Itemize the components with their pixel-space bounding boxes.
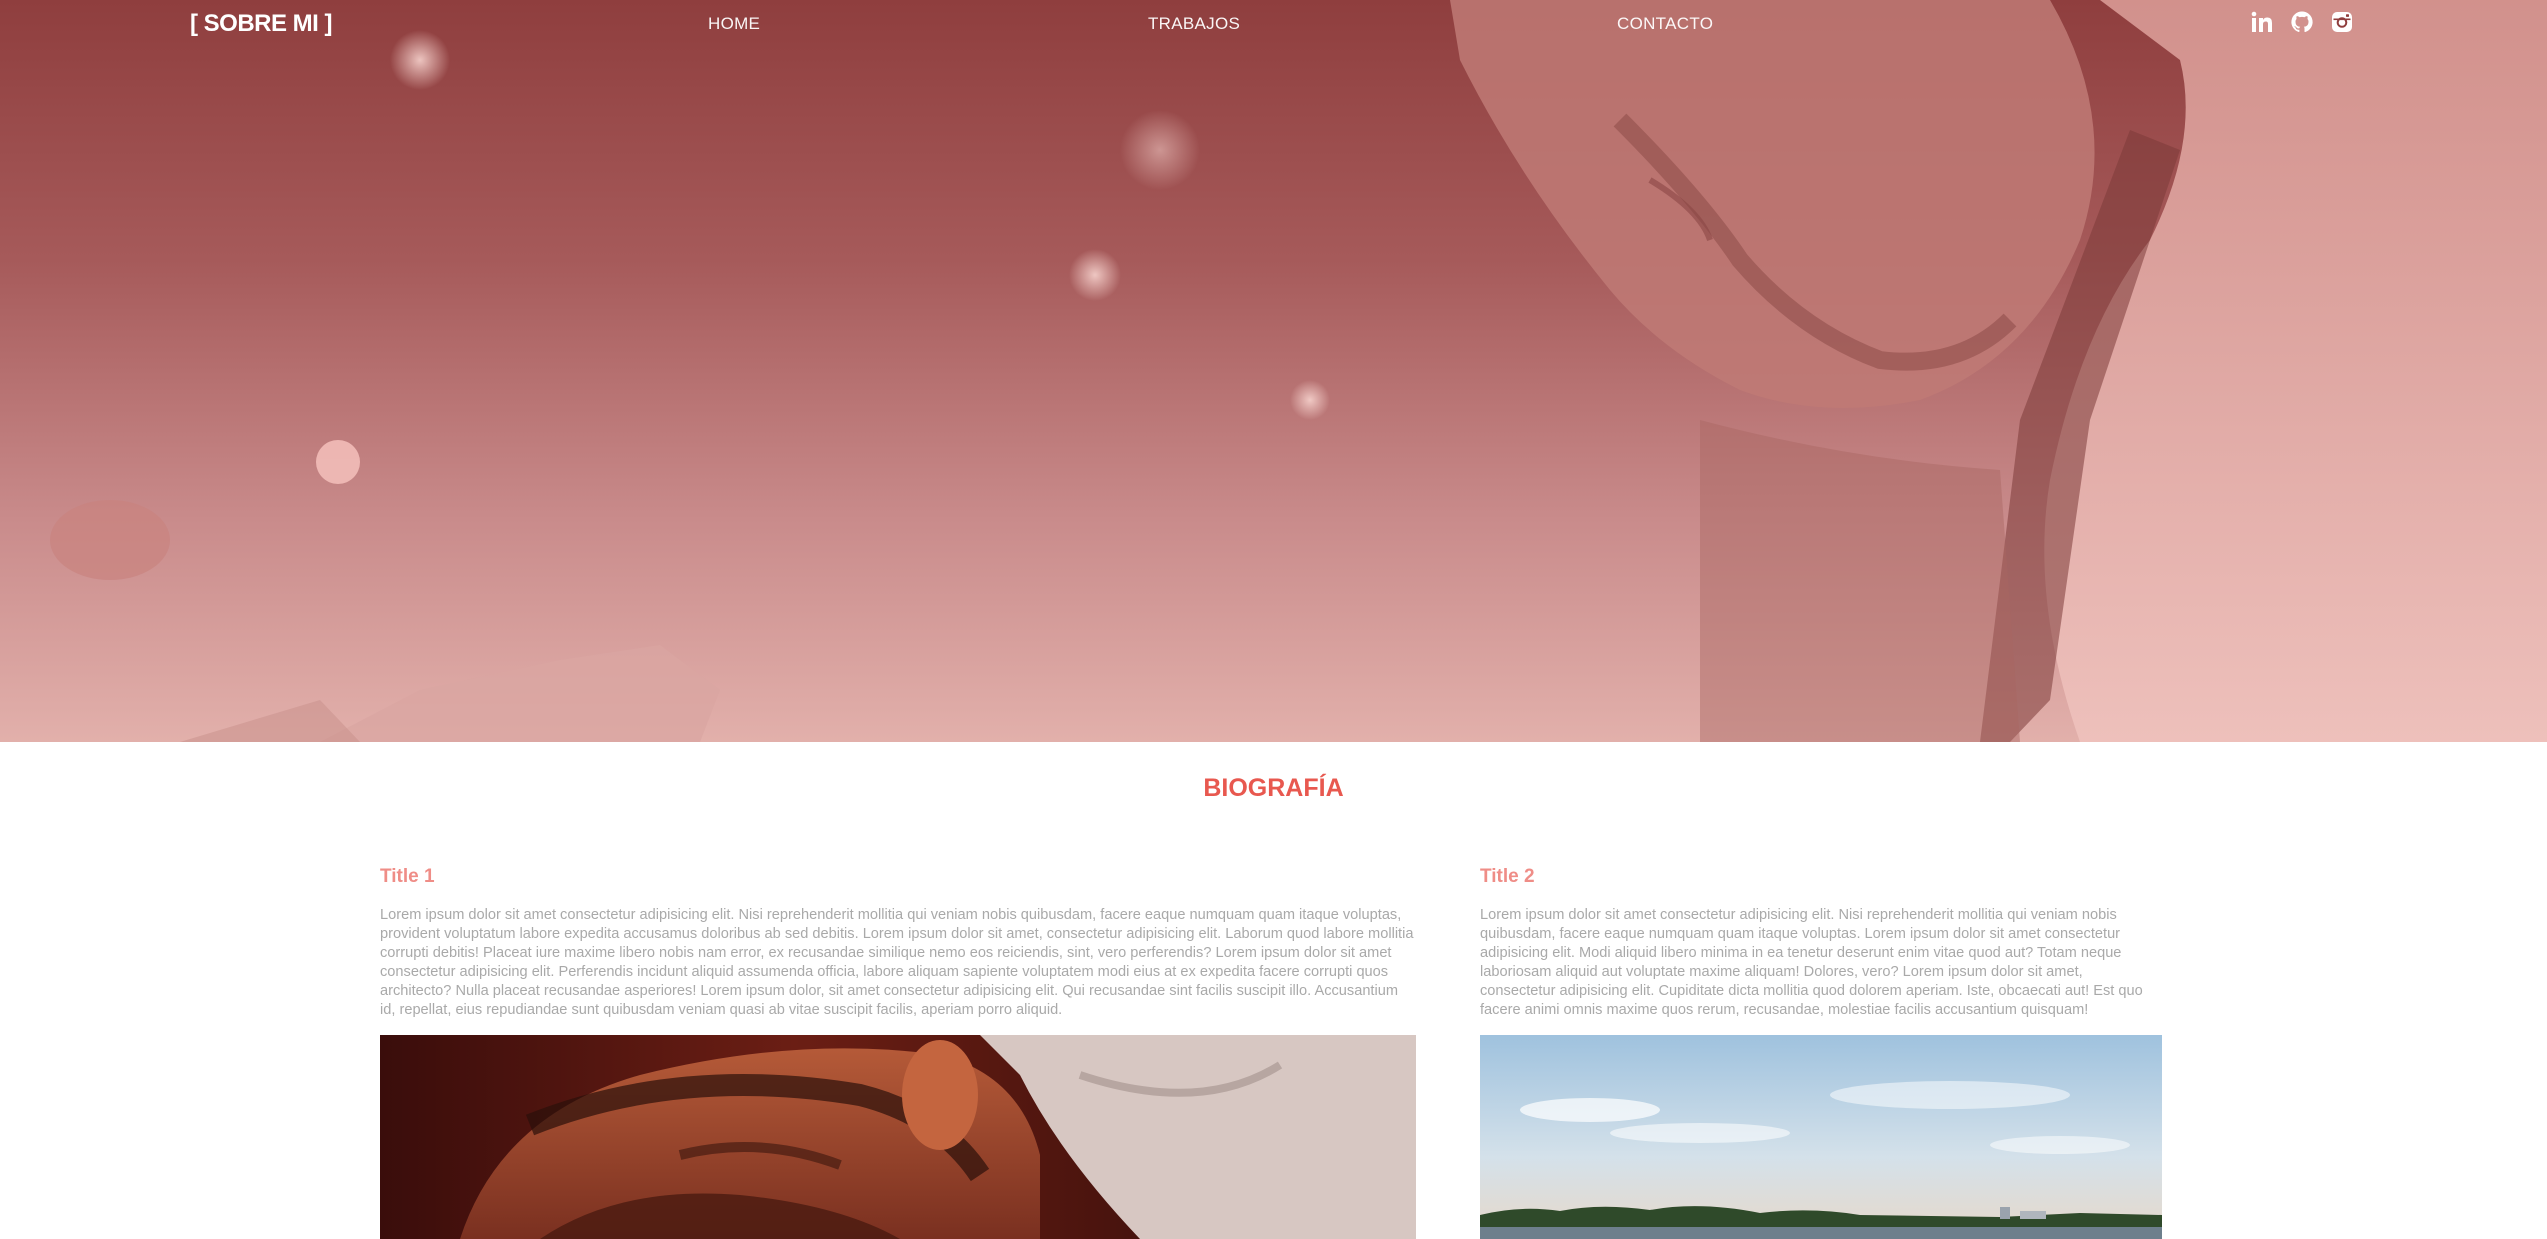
column-text: Lorem ipsum dolor sit amet consectetur a…	[380, 907, 1414, 1018]
section-title-biografia: BIOGRAFÍA	[1203, 774, 1344, 802]
linkedin-icon[interactable]	[2250, 10, 2274, 34]
top-navbar: [ SOBRE MI ] HOME TRABAJOS CONTACTO	[0, 0, 2547, 48]
hero-banner: [ SOBRE MI ] HOME TRABAJOS CONTACTO	[0, 0, 2547, 742]
bio-photo-1	[380, 1035, 1416, 1239]
hero-photo	[50, 0, 2547, 742]
portrait-photo	[380, 1035, 1416, 1239]
landscape-photo	[1480, 1035, 2162, 1239]
nav-link-trabajos[interactable]: TRABAJOS	[1148, 14, 1240, 34]
column-title: Title 1	[380, 866, 435, 887]
bio-column-2: Title 2 Lorem ipsum dolor sit amet conse…	[1480, 866, 2162, 1020]
column-text: Lorem ipsum dolor sit amet consectetur a…	[1480, 907, 2143, 1018]
nav-link-contacto[interactable]: CONTACTO	[1617, 14, 1713, 34]
github-icon[interactable]	[2290, 10, 2314, 34]
bio-column-1: Title 1 Lorem ipsum dolor sit amet conse…	[380, 866, 1416, 1020]
bio-photo-2	[1480, 1035, 2162, 1239]
nav-link-home[interactable]: HOME	[708, 14, 760, 34]
instagram-icon[interactable]	[2330, 10, 2354, 34]
column-title: Title 2	[1480, 866, 1535, 887]
brand-logo[interactable]: [ SOBRE MI ]	[190, 10, 333, 38]
